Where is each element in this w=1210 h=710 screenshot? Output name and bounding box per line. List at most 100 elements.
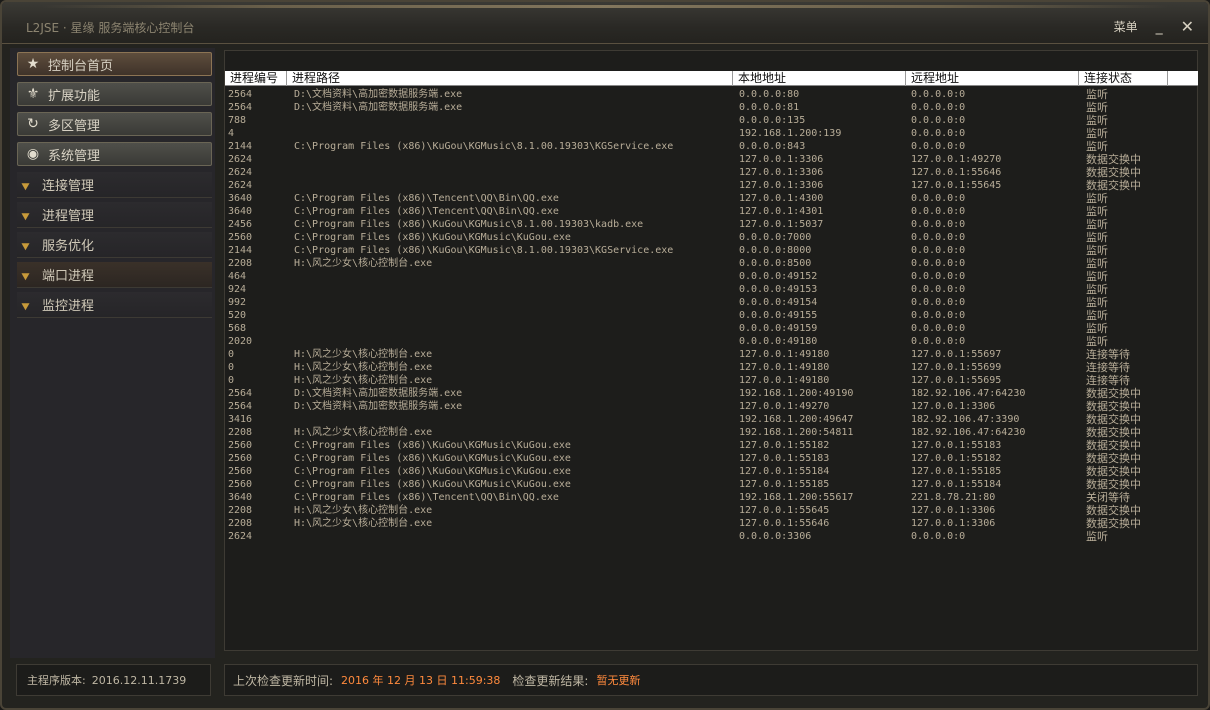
cell-status: 监听 [1086, 218, 1108, 231]
close-button[interactable]: ✕ [1181, 17, 1194, 36]
sidebar-item-process[interactable]: 进程管理 [17, 202, 212, 228]
cell-local-address: 192.168.1.200:54811 [739, 427, 854, 438]
sidebar-item-optimize[interactable]: 服务优化 [17, 232, 212, 258]
status-bar: 上次检查更新时间: 2016 年 12 月 13 日 11:59:38 检查更新… [224, 664, 1198, 696]
table-row[interactable]: 2456 C:\Program Files (x86)\KuGou\KGMusic… [225, 218, 1198, 231]
table-row[interactable]: 2624 127.0.0.1:3306 127.0.0.1:49270 数据交换中 [225, 153, 1198, 166]
cell-remote-address: 127.0.0.1:55699 [911, 362, 1002, 373]
sidebar-item-label: 进程管理 [42, 209, 95, 224]
cell-status: 数据交换中 [1086, 478, 1141, 491]
table-row[interactable]: 2564 D:\文档资料\高加密数据服务端.exe 192.168.1.200:49… [225, 387, 1198, 400]
cell-path [291, 283, 735, 296]
cell-status: 监听 [1086, 309, 1108, 322]
cell-status: 数据交换中 [1086, 153, 1141, 166]
version-value: 2016.12.11.1739 [91, 673, 187, 687]
cell-pid: 2208 [228, 258, 253, 269]
cell-local-address: 0.0.0.0:49159 [739, 323, 818, 334]
cell-path: H:\风之少女\核心控制台.exe [294, 349, 433, 360]
table-row[interactable]: 924 0.0.0.0:49153 0.0.0.0:0 监听 [225, 283, 1198, 296]
cell-remote-address: 0.0.0.0:0 [911, 206, 966, 217]
table-row[interactable]: 2208 H:\风之少女\核心控制台.exe 127.0.0.1:55645 127.… [225, 504, 1198, 517]
nav-label: 扩展功能 [48, 88, 101, 104]
column-header-status[interactable]: 连接状态 [1079, 71, 1168, 86]
table-row[interactable]: 2208 H:\风之少女\核心控制台.exe 0.0.0.0:8500 0.0.0.0… [225, 257, 1198, 270]
title-bar[interactable]: L2JSE · 星缘 服务端核心控制台 菜单 _ ✕ [2, 2, 1208, 44]
cell-pid: 2624 [228, 180, 253, 191]
table-row[interactable]: 3640 C:\Program Files (x86)\Tencent\QQ\Bi… [225, 192, 1198, 205]
cell-local-address: 127.0.0.1:55184 [739, 466, 830, 477]
sidebar-item-monitor[interactable]: 监控进程 [17, 292, 212, 318]
table-row[interactable]: 3640 C:\Program Files (x86)\Tencent\QQ\Bi… [225, 491, 1198, 504]
sidebar: ★ 控制台首页 ⚜ 扩展功能 ↻ 多区管理 ◉ 系统管理 连接管理 进程管理 服… [10, 48, 215, 658]
cell-status: 监听 [1086, 140, 1108, 153]
table-row[interactable]: 992 0.0.0.0:49154 0.0.0.0:0 监听 [225, 296, 1198, 309]
table-row[interactable]: 2564 D:\文档资料\高加密数据服务端.exe 127.0.0.1:49270 1… [225, 400, 1198, 413]
sidebar-item-connection[interactable]: 连接管理 [17, 172, 212, 198]
cell-remote-address: 127.0.0.1:3306 [911, 505, 996, 516]
column-header-remote[interactable]: 远程地址 [906, 71, 1079, 86]
column-header-pid[interactable]: 进程编号 [225, 71, 287, 86]
cell-path: D:\文档资料\高加密数据服务端.exe [294, 401, 463, 412]
cell-path [291, 335, 735, 348]
table-row[interactable]: 2020 0.0.0.0:49180 0.0.0.0:0 监听 [225, 335, 1198, 348]
table-row[interactable]: 4 192.168.1.200:139 0.0.0.0:0 监听 [225, 127, 1198, 140]
table-row[interactable]: 3416 192.168.1.200:49647 182.92.106.47:339… [225, 413, 1198, 426]
table-row[interactable]: 2208 H:\风之少女\核心控制台.exe 127.0.0.1:55646 127.… [225, 517, 1198, 530]
cell-local-address: 0.0.0.0:81 [739, 102, 800, 113]
table-row[interactable]: 2624 127.0.0.1:3306 127.0.0.1:55645 数据交换中 [225, 179, 1198, 192]
cell-path: C:\Program Files (x86)\Tencent\QQ\Bin\QQ… [294, 193, 559, 204]
minimize-button[interactable]: _ [1156, 20, 1163, 34]
cell-status: 数据交换中 [1086, 504, 1141, 517]
column-header-local[interactable]: 本地地址 [733, 71, 906, 86]
cell-local-address: 127.0.0.1:5037 [739, 219, 824, 230]
menu-button[interactable]: 菜单 [1114, 18, 1138, 35]
cell-pid: 2456 [228, 219, 253, 230]
table-row[interactable]: 3640 C:\Program Files (x86)\Tencent\QQ\Bi… [225, 205, 1198, 218]
cell-local-address: 0.0.0.0:8000 [739, 245, 812, 256]
table-row[interactable]: 0 H:\风之少女\核心控制台.exe 127.0.0.1:49180 127.0.0… [225, 348, 1198, 361]
cell-local-address: 127.0.0.1:55646 [739, 518, 830, 529]
port-process-panel: 进程编号 进程路径 本地地址 远程地址 连接状态 2564 D:\文档资料\高加密… [224, 50, 1198, 651]
table-row[interactable]: 788 0.0.0.0:135 0.0.0.0:0 监听 [225, 114, 1198, 127]
eye-icon: ◉ [26, 146, 40, 162]
table-row[interactable]: 2560 C:\Program Files (x86)\KuGou\KGMusic… [225, 478, 1198, 491]
table-row[interactable]: 568 0.0.0.0:49159 0.0.0.0:0 监听 [225, 322, 1198, 335]
table-row[interactable]: 2624 0.0.0.0:3306 0.0.0.0:0 监听 [225, 530, 1198, 543]
nav-multi-zone[interactable]: ↻ 多区管理 [17, 112, 212, 136]
table-row[interactable]: 2624 127.0.0.1:3306 127.0.0.1:55646 数据交换中 [225, 166, 1198, 179]
table-row[interactable]: 2144 C:\Program Files (x86)\KuGou\KGMusic… [225, 244, 1198, 257]
cell-pid: 2020 [228, 336, 253, 347]
table-row[interactable]: 464 0.0.0.0:49152 0.0.0.0:0 监听 [225, 270, 1198, 283]
nav-label: 多区管理 [48, 118, 101, 134]
table-row[interactable]: 2560 C:\Program Files (x86)\KuGou\KGMusic… [225, 465, 1198, 478]
table-row[interactable]: 520 0.0.0.0:49155 0.0.0.0:0 监听 [225, 309, 1198, 322]
cell-path: C:\Program Files (x86)\KuGou\KGMusic\KuG… [294, 453, 571, 464]
table-row[interactable]: 2560 C:\Program Files (x86)\KuGou\KGMusic… [225, 452, 1198, 465]
cell-path: H:\风之少女\核心控制台.exe [294, 258, 433, 269]
cell-status: 监听 [1086, 283, 1108, 296]
cell-pid: 2624 [228, 167, 253, 178]
table-row[interactable]: 2564 D:\文档资料\高加密数据服务端.exe 0.0.0.0:81 0.0.0.… [225, 101, 1198, 114]
cell-status: 数据交换中 [1086, 387, 1141, 400]
table-row[interactable]: 0 H:\风之少女\核心控制台.exe 127.0.0.1:49180 127.0.0… [225, 361, 1198, 374]
connection-table[interactable]: 2564 D:\文档资料\高加密数据服务端.exe 0.0.0.0:80 0.0.0.… [225, 88, 1198, 543]
table-row[interactable]: 2560 C:\Program Files (x86)\KuGou\KGMusic… [225, 439, 1198, 452]
table-row[interactable]: 2208 H:\风之少女\核心控制台.exe 192.168.1.200:54811… [225, 426, 1198, 439]
cell-remote-address: 0.0.0.0:0 [911, 258, 966, 269]
nav-console-home[interactable]: ★ 控制台首页 [17, 52, 212, 76]
cell-status: 连接等待 [1086, 374, 1130, 387]
table-row[interactable]: 2144 C:\Program Files (x86)\KuGou\KGMusic… [225, 140, 1198, 153]
table-row[interactable]: 2564 D:\文档资料\高加密数据服务端.exe 0.0.0.0:80 0.0.0.… [225, 88, 1198, 101]
nav-system[interactable]: ◉ 系统管理 [17, 142, 212, 166]
cell-pid: 2144 [228, 245, 253, 256]
column-header-path[interactable]: 进程路径 [287, 71, 733, 86]
cell-status: 数据交换中 [1086, 400, 1141, 413]
sidebar-item-port-process[interactable]: 端口进程 [17, 262, 212, 288]
cell-remote-address: 127.0.0.1:55646 [911, 167, 1002, 178]
cell-path [291, 296, 735, 309]
nav-extensions[interactable]: ⚜ 扩展功能 [17, 82, 212, 106]
table-row[interactable]: 2560 C:\Program Files (x86)\KuGou\KGMusic… [225, 231, 1198, 244]
cell-remote-address: 127.0.0.1:55184 [911, 479, 1002, 490]
arrow-icon [21, 209, 32, 220]
table-row[interactable]: 0 H:\风之少女\核心控制台.exe 127.0.0.1:49180 127.0.0… [225, 374, 1198, 387]
